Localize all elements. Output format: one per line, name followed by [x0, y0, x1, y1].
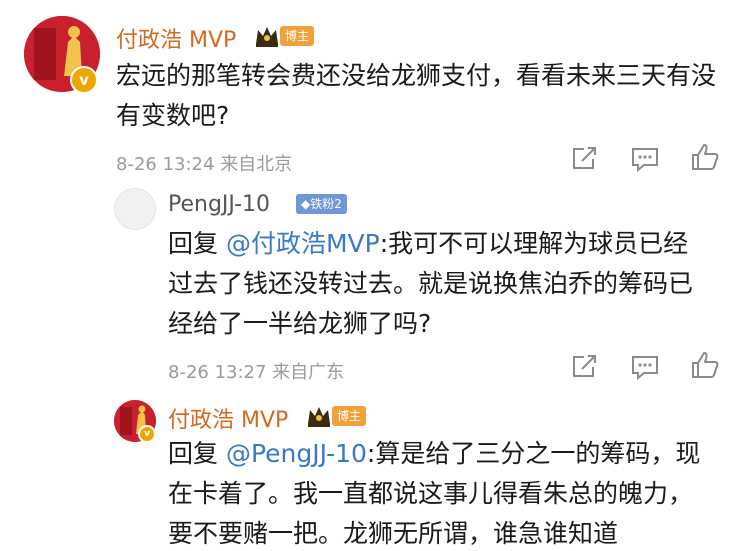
- verified-badge-icon: v: [138, 425, 156, 443]
- thumbs-up-icon: [692, 352, 719, 378]
- share-button[interactable]: [570, 146, 598, 172]
- crown-icon: [308, 407, 330, 427]
- crown-icon: [256, 27, 278, 47]
- comment-location: 来自北京: [220, 154, 293, 175]
- comment-time: 8-26 13:24: [116, 154, 215, 175]
- mention-link[interactable]: @付政浩MVP: [226, 229, 380, 258]
- share-icon: [573, 355, 596, 377]
- comment-button[interactable]: [630, 354, 660, 380]
- comment-username[interactable]: 付政浩 MVP: [116, 22, 236, 54]
- comment-icon: [632, 148, 658, 172]
- fan-badge-label: 铁粉2: [310, 197, 342, 211]
- avatar[interactable]: [114, 188, 156, 230]
- reply-username[interactable]: PengJJ-10: [168, 192, 270, 217]
- thumbs-up-icon: [692, 144, 719, 170]
- diamond-icon: ◆: [301, 197, 311, 211]
- comment-text: 宏远的那笔转会费还没给龙狮支付，看看未来三天有没有变数吧?: [116, 61, 717, 130]
- owner-badge: 博主: [280, 26, 315, 46]
- verified-badge-icon: v: [70, 66, 98, 94]
- comment-icon: [632, 356, 658, 380]
- comment-button[interactable]: [630, 146, 660, 172]
- reply-text: 回复 @PengJJ-10:算是给了三分之一的筹码，现在卡着了。我一直都说这事儿…: [168, 434, 713, 551]
- reply-meta: 8-26 13:27 来自广东: [168, 358, 344, 384]
- reply-prefix: 回复: [168, 229, 226, 258]
- like-button[interactable]: [690, 350, 720, 380]
- reply-time: 8-26 13:27: [168, 362, 267, 383]
- fan-badge: ◆铁粉2: [296, 194, 347, 214]
- like-button[interactable]: [690, 142, 720, 172]
- mention-link[interactable]: @PengJJ-10: [226, 439, 367, 468]
- reply-text: 回复 @付政浩MVP:我可不可以理解为球员已经过去了钱还没转过去。就是说换焦泊乔…: [168, 224, 713, 344]
- reply-location: 来自广东: [272, 362, 345, 383]
- owner-badge: 博主: [332, 406, 367, 426]
- share-icon: [573, 147, 596, 169]
- comment-meta: 8-26 13:24 来自北京: [116, 150, 292, 176]
- reply-prefix: 回复: [168, 439, 226, 468]
- reply-username[interactable]: 付政浩 MVP: [168, 402, 288, 434]
- share-button[interactable]: [570, 354, 598, 380]
